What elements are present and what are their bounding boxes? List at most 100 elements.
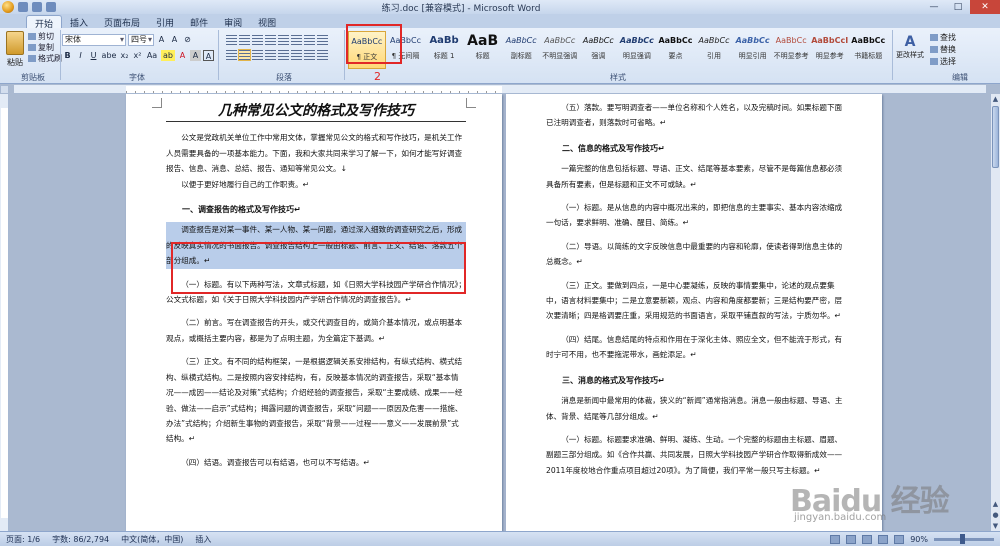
align-center-icon[interactable] (238, 49, 251, 61)
distributed-icon[interactable] (278, 50, 289, 60)
tab-references[interactable]: 引用 (148, 15, 182, 29)
zoom-level[interactable]: 90% (910, 535, 928, 544)
format-painter-button[interactable]: 格式刷 (28, 53, 62, 64)
chinese-layout-icon[interactable] (291, 35, 302, 45)
font-size-combo[interactable]: 四号 (128, 34, 154, 46)
tab-mailings[interactable]: 邮件 (182, 15, 216, 29)
multilevel-list-icon[interactable] (252, 35, 263, 45)
close-button[interactable]: ✕ (970, 0, 1000, 14)
styles-group-label: 样式 (610, 73, 626, 82)
full-screen-view-icon[interactable] (846, 534, 857, 544)
horizontal-ruler[interactable] (14, 85, 986, 94)
increase-indent-icon[interactable] (278, 35, 289, 45)
save-icon[interactable] (18, 2, 28, 12)
style-emphasis[interactable]: AaBbCc 强调 (580, 31, 618, 69)
subscript-button[interactable]: x₂ (119, 50, 130, 61)
align-right-icon[interactable] (252, 50, 263, 60)
tab-review[interactable]: 审阅 (216, 15, 250, 29)
find-button[interactable]: 查找 (930, 32, 996, 44)
page-2[interactable]: （五）落款。要写明调查者——单位名称和个人姓名，以及完稿时间。如果标题下面已注明… (506, 94, 882, 531)
style-heading-1[interactable]: AaBb 标题 1 (425, 31, 463, 69)
draft-view-icon[interactable] (894, 534, 905, 544)
insert-mode[interactable]: 插入 (189, 534, 217, 545)
outline-view-icon[interactable] (878, 534, 889, 544)
align-left-icon[interactable] (226, 50, 237, 60)
scroll-thumb[interactable] (992, 106, 999, 168)
maximize-button[interactable]: □ (946, 0, 970, 14)
copy-button[interactable]: 复制 (28, 42, 54, 53)
decrease-indent-icon[interactable] (265, 35, 276, 45)
tab-home[interactable]: 开始 (26, 15, 63, 30)
style-intense-emphasis[interactable]: AaBbCc 明显强调 (618, 31, 656, 69)
paragraph: 一篇完整的信息包括标题、导语、正文、结尾等基本要素，尽管不是每篇信息都必须具备所… (546, 164, 843, 189)
shading-icon[interactable] (304, 50, 315, 60)
previous-page-icon[interactable]: ▲ (991, 499, 1000, 509)
tab-page-layout[interactable]: 页面布局 (96, 15, 148, 29)
tab-insert[interactable]: 插入 (62, 15, 96, 29)
office-button-icon[interactable] (2, 1, 14, 13)
style-title[interactable]: AaB 标题 (464, 31, 502, 69)
justify-icon[interactable] (265, 50, 276, 60)
bold-button[interactable]: B (62, 50, 73, 61)
font-name-combo[interactable]: 宋体 (62, 34, 126, 46)
change-case-button[interactable]: Aa (145, 50, 159, 61)
word-count[interactable]: 字数: 86/2,794 (46, 534, 115, 545)
char-border-button[interactable]: A (203, 50, 214, 61)
web-layout-view-icon[interactable] (862, 534, 873, 544)
tab-view[interactable]: 视图 (250, 15, 284, 29)
vertical-scrollbar[interactable]: ▲ ▲ ● ▼ (990, 94, 1000, 531)
ruler-toggle-button[interactable] (0, 85, 9, 94)
paragraph: （五）落款。要写明调查者——单位名称和个人姓名，以及完稿时间。如果标题下面已注明… (546, 103, 843, 128)
font-color-button[interactable]: A (177, 50, 188, 61)
paragraph: 公文是党政机关单位工作中常用文体，掌握常见公文的格式和写作技巧，是机关工作人员需… (166, 133, 463, 174)
style-subtle-reference[interactable]: AaBbCc 不明显参考 (772, 31, 810, 69)
change-styles-label: 更改样式 (896, 51, 924, 59)
style-book-title[interactable]: AaBbCc 书籍标题 (849, 31, 887, 69)
style-quote[interactable]: AaBbCc 引用 (695, 31, 733, 69)
show-marks-icon[interactable] (317, 35, 328, 45)
style-strong[interactable]: AaBbCc 要点 (657, 31, 695, 69)
zoom-slider[interactable] (934, 533, 994, 544)
redo-icon[interactable] (46, 2, 56, 12)
zoom-slider-knob[interactable] (960, 533, 965, 544)
next-page-icon[interactable]: ▼ (991, 521, 1000, 531)
strikethrough-button[interactable]: abe (101, 50, 117, 61)
language[interactable]: 中文(简体，中国) (115, 534, 189, 545)
select-browse-object-icon[interactable]: ● (991, 510, 1000, 520)
editing-group-label: 编辑 (952, 73, 968, 82)
bullets-icon[interactable] (226, 35, 237, 45)
underline-button[interactable]: U (88, 50, 99, 61)
char-shading-button[interactable]: A (190, 50, 201, 61)
superscript-button[interactable]: x² (132, 50, 143, 61)
style-subtle-emphasis[interactable]: AaBbCc 不明显强调 (541, 31, 579, 69)
select-button[interactable]: 选择 (930, 56, 996, 68)
grow-font-button[interactable]: A (156, 34, 167, 45)
undo-icon[interactable] (32, 2, 42, 12)
scroll-up-icon[interactable]: ▲ (991, 94, 1000, 104)
page-count[interactable]: 页面: 1/6 (0, 534, 46, 545)
clear-format-button[interactable]: ⊘ (182, 34, 193, 45)
document-title: 几种常见公文的格式及写作技巧 (166, 103, 466, 123)
line-spacing-icon[interactable] (291, 50, 302, 60)
italic-button[interactable]: I (75, 50, 86, 61)
editing-group: 查找 替换 选择 (930, 32, 996, 68)
numbering-icon[interactable] (239, 35, 250, 45)
style-intense-quote[interactable]: AaBbCc 明显引用 (734, 31, 772, 69)
page-1[interactable]: 几种常见公文的格式及写作技巧 公文是党政机关单位工作中常用文体，掌握常见公文的格… (126, 94, 502, 531)
highlight-button[interactable]: ab (161, 50, 175, 61)
style-subtitle[interactable]: AaBbCc 副标题 (502, 31, 540, 69)
vertical-ruler[interactable] (0, 94, 9, 531)
minimize-button[interactable]: — (922, 0, 946, 14)
change-styles-button[interactable]: A 更改样式 (896, 34, 924, 68)
paste-icon[interactable] (6, 31, 24, 55)
replace-button[interactable]: 替换 (930, 44, 996, 56)
print-layout-view-icon[interactable] (830, 534, 841, 544)
borders-icon[interactable] (317, 50, 328, 60)
paste-button-label[interactable]: 粘贴 (7, 57, 23, 68)
shrink-font-button[interactable]: A (169, 34, 180, 45)
style-intense-reference[interactable]: AaBbCcI 明显参考 (811, 31, 849, 69)
cut-button[interactable]: 剪切 (28, 31, 54, 42)
paragraph: （四）结语。调查报告可以有结语，也可以不写结语。↵ (181, 457, 370, 467)
section-heading: 三、消息的格式及写作技巧↵ (562, 375, 665, 385)
sort-icon[interactable] (304, 35, 315, 45)
